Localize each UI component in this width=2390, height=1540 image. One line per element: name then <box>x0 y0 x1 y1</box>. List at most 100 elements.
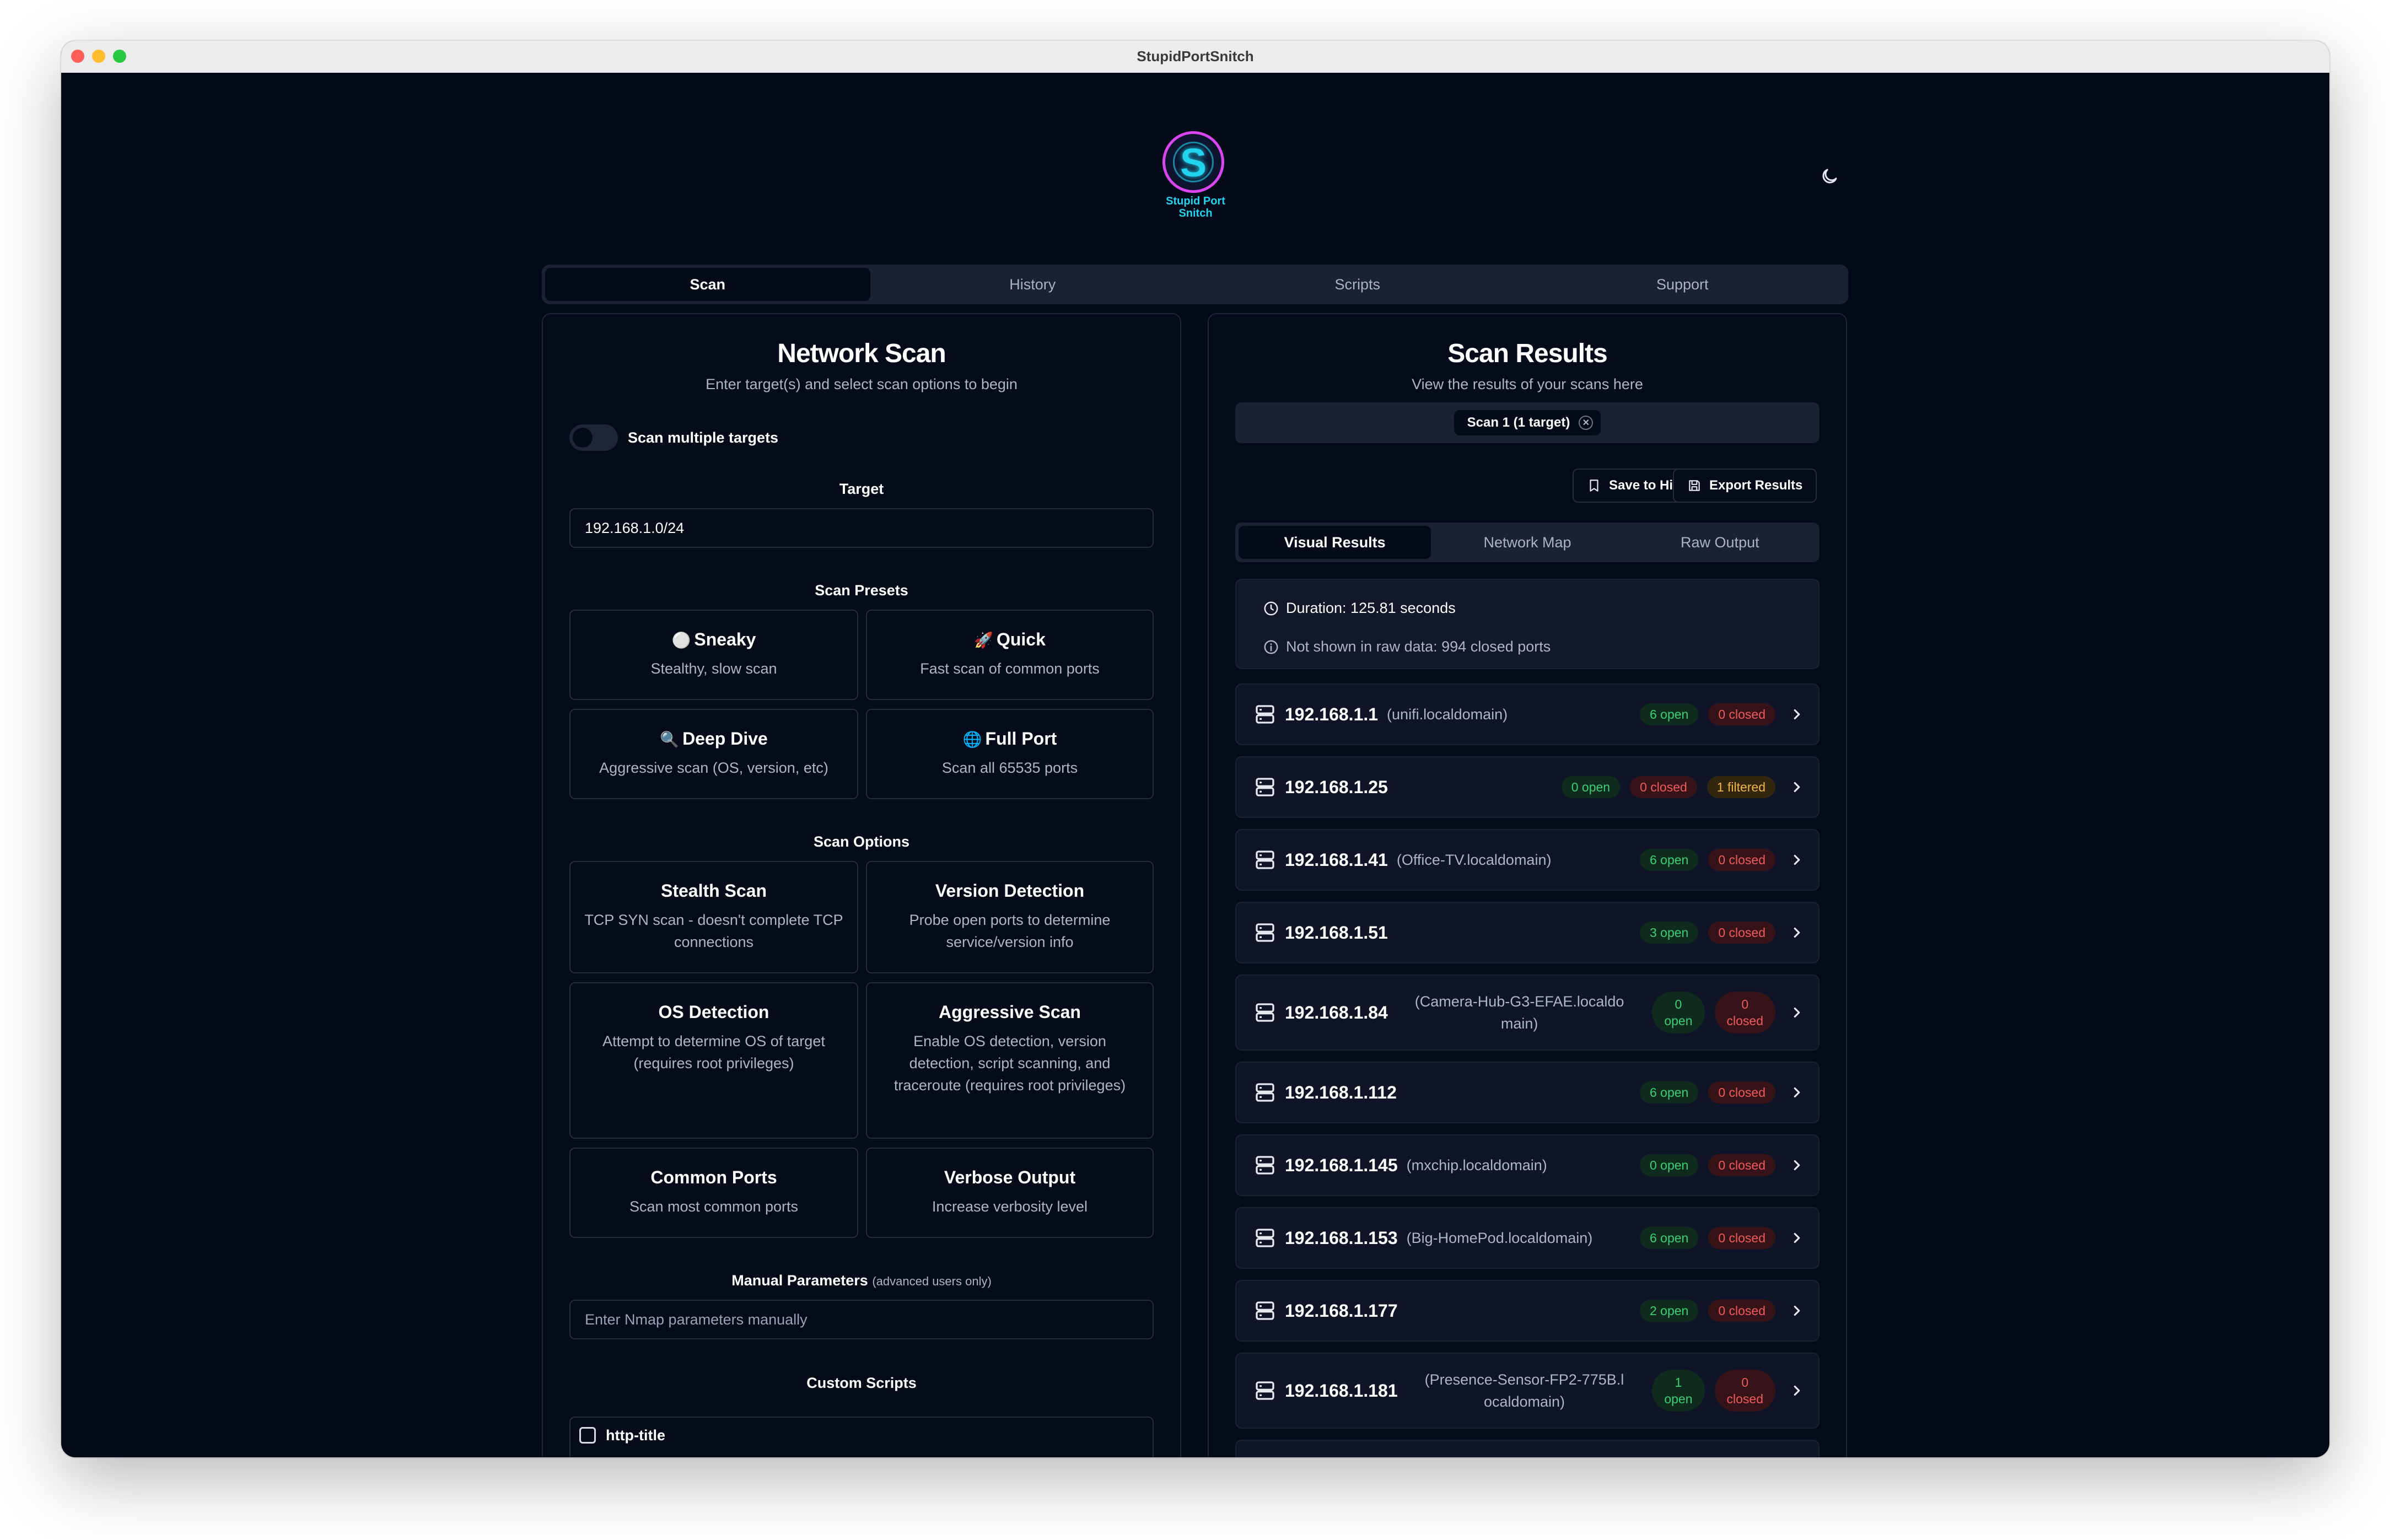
option-desc: Enable OS detection, version detection, … <box>893 1033 1126 1094</box>
app-content: S Stupid Port Snitch Scan History Script… <box>61 73 2329 1457</box>
server-icon <box>1254 1300 1276 1322</box>
port-badges: 0 open 0 closed <box>1630 1154 1775 1176</box>
tab-visual-results[interactable]: Visual Results <box>1239 526 1431 559</box>
host-row[interactable]: 192.168.1.1 (unifi.localdomain) 6 open 0 cl… <box>1235 683 1820 745</box>
host-name: (Camera-Hub-G3-EFAE.localdomain) <box>1414 993 1624 1032</box>
scan-results-subtitle: View the results of your scans here <box>1412 376 1643 392</box>
option-desc: TCP SYN scan - doesn't complete TCP conn… <box>584 912 843 950</box>
scan-chip[interactable]: Scan 1 (1 target) ✕ <box>1454 410 1601 435</box>
chevron-right-icon[interactable] <box>1789 1157 1805 1173</box>
logo-text: Stupid Port Snitch <box>1140 195 1251 219</box>
host-row[interactable]: 192.168.1.41 (Office-TV.localdomain) 6 ope… <box>1235 829 1820 891</box>
open-ports-badge: 6 open <box>1639 703 1699 725</box>
chevron-right-icon[interactable] <box>1789 779 1805 795</box>
network-scan-subtitle: Enter target(s) and select scan options … <box>706 376 1018 392</box>
clock-icon <box>1264 601 1278 615</box>
option-desc: Probe open ports to determine service/ve… <box>909 912 1111 950</box>
tab-history[interactable]: History <box>870 268 1196 301</box>
port-badges: 6 open 0 closed <box>1630 1227 1775 1249</box>
scan-options-label: Scan Options <box>813 833 910 850</box>
closed-ports-badge: 0 closed <box>1630 776 1697 798</box>
open-ports-badge: 0 open <box>1561 776 1621 798</box>
multi-target-toggle[interactable] <box>569 424 618 451</box>
host-row[interactable]: 192.168.1.145 (mxchip.localdomain) 0 open 0… <box>1235 1134 1820 1196</box>
host-row[interactable]: 192.168.1.25 0 open 0 closed 1 filtered <box>1235 756 1820 818</box>
host-row[interactable]: 192.168.1.181 (Presence-Sensor-FP2-775B.l… <box>1235 1353 1820 1429</box>
multi-target-row: Scan multiple targets <box>569 424 778 451</box>
option-aggressive-scan[interactable]: Aggressive Scan Enable OS detection, ver… <box>866 982 1154 1139</box>
network-scan-panel: Network Scan Enter target(s) and select … <box>542 313 1181 1457</box>
tab-support[interactable]: Support <box>1520 268 1845 301</box>
scan-chip-label: Scan 1 (1 target) <box>1467 415 1570 430</box>
chevron-right-icon[interactable] <box>1789 1004 1805 1021</box>
app-window: StupidPortSnitch S Stupid Port Snitch Sc… <box>61 41 2329 1457</box>
chevron-right-icon[interactable] <box>1789 1084 1805 1101</box>
port-badges: 0 open 0 closed 1 filtered <box>1552 776 1775 798</box>
preset-title: Sneaky <box>694 629 756 649</box>
chevron-right-icon[interactable] <box>1789 1230 1805 1246</box>
close-icon[interactable]: ✕ <box>1579 416 1594 430</box>
option-stealth-scan[interactable]: Stealth Scan TCP SYN scan - doesn't comp… <box>569 861 858 973</box>
script-label: http-title <box>606 1426 665 1444</box>
option-version-detection[interactable]: Version Detection Probe open ports to de… <box>866 861 1154 973</box>
chevron-right-icon[interactable] <box>1789 706 1805 723</box>
host-row[interactable]: 192.168.1.84 (Camera-Hub-G3-EFAE.localdom… <box>1235 974 1820 1051</box>
not-shown-text: Not shown in raw data: 994 closed ports <box>1286 638 1551 655</box>
preset-deep-dive[interactable]: 🔍 Deep Dive Aggressive scan (OS, version,… <box>569 709 858 799</box>
host-row[interactable]: 192.168.1.153 (Big-HomePod.localdomain) 6 … <box>1235 1207 1820 1269</box>
scan-results-panel: Scan Results View the results of your sc… <box>1208 313 1847 1457</box>
host-name: (mxchip.localdomain) <box>1406 1156 1547 1173</box>
server-icon <box>1254 1380 1276 1402</box>
main-tabs: Scan History Scripts Support <box>542 265 1848 304</box>
chevron-right-icon[interactable] <box>1789 924 1805 941</box>
open-ports-badge: 6 open <box>1639 849 1699 871</box>
preset-quick[interactable]: 🚀 Quick Fast scan of common ports <box>866 610 1154 700</box>
port-badges: 3 open 0 closed <box>1630 922 1775 944</box>
host-ip: 192.168.1.41 <box>1285 849 1388 870</box>
manual-parameters-input[interactable]: Enter Nmap parameters manually <box>569 1300 1154 1339</box>
preset-sneaky[interactable]: ⚪ Sneaky Stealthy, slow scan <box>569 610 858 700</box>
tab-scripts[interactable]: Scripts <box>1195 268 1520 301</box>
port-badges: 6 open 0 closed <box>1630 703 1775 725</box>
chevron-right-icon[interactable] <box>1789 852 1805 868</box>
tab-raw-output[interactable]: Raw Output <box>1624 526 1816 559</box>
theme-toggle-button[interactable] <box>1814 161 1845 192</box>
chevron-right-icon[interactable] <box>1789 1382 1805 1399</box>
chevron-right-icon[interactable] <box>1789 1302 1805 1319</box>
preset-title: Full Port <box>985 729 1057 749</box>
preset-desc: Scan all 65535 ports <box>941 760 1078 776</box>
script-item[interactable]: http-title <box>570 1418 1153 1453</box>
preset-full-port[interactable]: 🌐 Full Port Scan all 65535 ports <box>866 709 1154 799</box>
target-input[interactable]: 192.168.1.0/24 <box>569 508 1154 548</box>
host-row[interactable]: 192.168.1.51 3 open 0 closed <box>1235 902 1820 963</box>
host-row[interactable]: 192.168.1.112 6 open 0 closed <box>1235 1062 1820 1123</box>
host-ip: 192.168.1.51 <box>1285 922 1388 943</box>
server-icon <box>1254 1154 1276 1176</box>
manual-label-text: Manual Parameters <box>731 1272 868 1289</box>
info-icon <box>1264 640 1278 654</box>
option-common-ports[interactable]: Common Ports Scan most common ports <box>569 1148 858 1238</box>
export-results-button[interactable]: Export Results <box>1673 469 1817 503</box>
open-ports-badge: 6 open <box>1639 1227 1699 1249</box>
host-row[interactable]: 192.168.1.224(ecb5fa30467c.localdomain)3… <box>1235 1440 1820 1457</box>
script-checkbox[interactable] <box>579 1427 596 1444</box>
preset-desc: Aggressive scan (OS, version, etc) <box>599 760 828 776</box>
target-label: Target <box>839 481 884 497</box>
closed-ports-badge: 0 closed <box>1714 992 1775 1033</box>
option-os-detection[interactable]: OS Detection Attempt to determine OS of … <box>569 982 858 1139</box>
option-verbose-output[interactable]: Verbose Output Increase verbosity level <box>866 1148 1154 1238</box>
open-ports-badge: 0 open <box>1639 1154 1699 1176</box>
host-name: (Office-TV.localdomain) <box>1396 851 1552 868</box>
closed-ports-badge: 0 closed <box>1708 922 1775 944</box>
tab-scan[interactable]: Scan <box>545 268 870 301</box>
script-item[interactable]: local-ping-scan <box>570 1453 1153 1457</box>
option-title: Verbose Output <box>944 1167 1076 1187</box>
manual-parameters-label: Manual Parameters (advanced users only) <box>543 1272 1180 1289</box>
window-title: StupidPortSnitch <box>1137 48 1254 64</box>
server-icon <box>1254 922 1276 944</box>
manual-label-hint: (advanced users only) <box>872 1274 992 1288</box>
host-row[interactable]: 192.168.1.177 2 open 0 closed <box>1235 1280 1820 1342</box>
option-title: Stealth Scan <box>660 881 767 901</box>
host-name: (Big-HomePod.localdomain) <box>1406 1229 1593 1246</box>
tab-network-map[interactable]: Network Map <box>1431 526 1623 559</box>
